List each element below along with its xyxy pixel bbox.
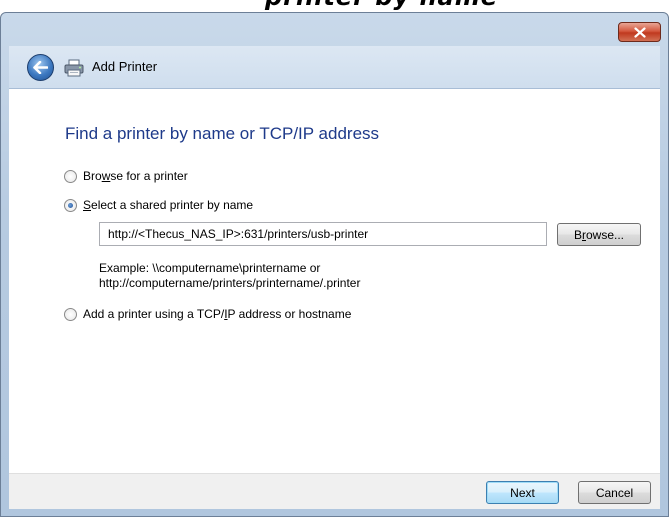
window-title: Add Printer (92, 59, 158, 74)
caption-text: printer by name (265, 0, 498, 11)
radio-browse[interactable] (64, 169, 77, 183)
close-button[interactable] (618, 22, 661, 42)
printer-icon (64, 59, 84, 77)
wizard-content: Find a printer by name or TCP/IP address… (9, 88, 660, 473)
example-text: Example: \\computername\printername or h… (99, 261, 559, 291)
page-title: Find a printer by name or TCP/IP address (65, 124, 380, 143)
browse-button[interactable]: Br owse... (557, 223, 641, 246)
radio-tcpip[interactable] (64, 307, 77, 321)
next-button[interactable]: Next (486, 481, 559, 504)
tcpip-option-label: Add a printer using a TCP/IP address or … (83, 307, 352, 321)
example-line-2: http://computername/printers/printername… (99, 276, 361, 290)
wizard-footer: Next Cancel (9, 473, 660, 509)
back-arrow-icon (33, 61, 48, 74)
shared-printer-option[interactable]: Select a shared printer by name (64, 198, 253, 212)
printer-url-input[interactable]: http://<Thecus_NAS_IP>:631/printers/usb-… (99, 222, 547, 246)
add-printer-window: Add Printer Find a printer by name or TC… (0, 12, 669, 517)
tcpip-option[interactable]: Add a printer using a TCP/IP address or … (64, 307, 351, 321)
browse-option[interactable]: Browse for a printer (64, 169, 188, 183)
radio-shared-printer[interactable] (64, 198, 77, 212)
back-button[interactable] (27, 54, 54, 81)
close-x-icon (633, 26, 646, 38)
cancel-button[interactable]: Cancel (578, 481, 651, 504)
browse-option-label: Browse for a printer (83, 169, 188, 183)
example-line-1: Example: \\computername\printername or (99, 261, 321, 275)
wizard-header: Add Printer (9, 46, 660, 88)
shared-printer-option-label: Select a shared printer by name (83, 198, 254, 212)
caption-fragment: printer by name (0, 0, 669, 12)
